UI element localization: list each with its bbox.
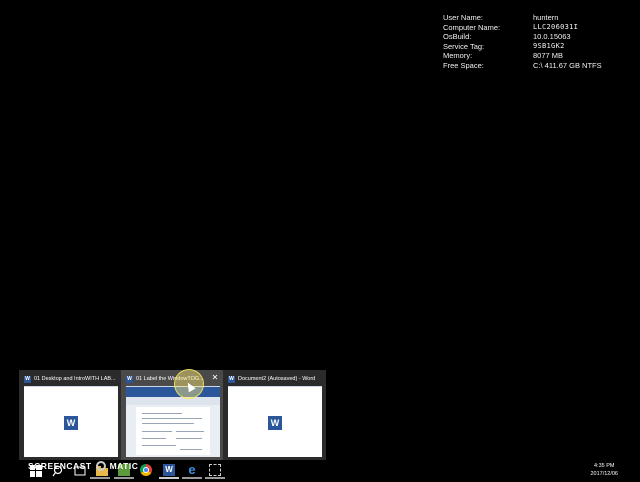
text-line bbox=[142, 445, 176, 446]
screencast-o-matic-logo: SCREENCAST MATIC bbox=[28, 461, 138, 471]
thumbnail-preview[interactable] bbox=[126, 386, 220, 457]
bginfo-label: OsBuild: bbox=[443, 32, 472, 42]
word-icon[interactable]: W bbox=[163, 464, 175, 476]
bginfo-panel: User Name: huntern Computer Name: LLC206… bbox=[443, 13, 602, 71]
word-icon: W bbox=[268, 416, 282, 430]
watermark-brand-right: MATIC bbox=[109, 461, 139, 471]
thumbnail-preview[interactable]: W bbox=[228, 386, 322, 457]
ribbon bbox=[126, 387, 220, 397]
logo-ring-icon bbox=[95, 461, 106, 471]
bginfo-label: Service Tag: bbox=[443, 41, 485, 51]
word-icon: W bbox=[228, 375, 235, 383]
watermark-brand-left: SCREENCAST bbox=[28, 461, 92, 471]
document-page bbox=[136, 407, 210, 455]
window-thumbnail[interactable]: W 01 Label the WindowTOG... ✕ bbox=[121, 370, 223, 461]
bginfo-row: User Name: huntern bbox=[443, 13, 602, 23]
thumbnail-title-bar: W 01 Desktop and IntroWITH LAB... bbox=[24, 374, 116, 384]
running-indicator bbox=[114, 477, 134, 479]
thumbnail-title: 01 Desktop and IntroWITH LAB... bbox=[34, 376, 116, 382]
word-icon: W bbox=[24, 375, 31, 383]
system-clock[interactable]: 4:35 PM 2017/12/06 bbox=[590, 462, 618, 478]
window-thumbnail[interactable]: W 01 Desktop and IntroWITH LAB... W bbox=[19, 370, 121, 461]
bginfo-value: 8077 MB bbox=[533, 51, 564, 61]
snipping-icon[interactable] bbox=[209, 464, 221, 476]
text-line bbox=[176, 438, 202, 439]
bginfo-label: Memory: bbox=[443, 51, 473, 61]
bginfo-value: huntern bbox=[533, 13, 559, 22]
edge-icon[interactable]: e bbox=[186, 463, 198, 476]
running-indicator bbox=[90, 477, 110, 479]
running-indicator bbox=[182, 477, 202, 479]
text-line bbox=[180, 449, 202, 450]
thumbnail-title: Document2 (Autosaved) - Word bbox=[238, 376, 316, 382]
chrome-icon[interactable] bbox=[140, 464, 152, 476]
text-line bbox=[142, 413, 182, 414]
bginfo-row: Computer Name: LLC206031I bbox=[443, 23, 602, 33]
running-indicator bbox=[159, 477, 179, 479]
text-line bbox=[176, 431, 204, 432]
word-icon: W bbox=[64, 416, 78, 430]
word-icon: W bbox=[126, 375, 133, 383]
clock-date: 2017/12/06 bbox=[590, 471, 618, 477]
clock-time: 4:35 PM bbox=[593, 463, 615, 469]
bginfo-label: User Name: bbox=[443, 13, 484, 22]
toolbar-strip bbox=[126, 397, 220, 405]
taskbar-thumbnail-popup: W 01 Desktop and IntroWITH LAB... W W 01… bbox=[19, 370, 326, 461]
text-line bbox=[142, 438, 166, 439]
text-line bbox=[142, 418, 202, 419]
bginfo-value: C:\ 411.67 GB NTFS bbox=[533, 60, 602, 70]
bginfo-label: Free Space: bbox=[443, 60, 484, 70]
bginfo-row: Free Space: C:\ 411.67 GB NTFS bbox=[443, 61, 602, 71]
thumbnail-title-bar: W Document2 (Autosaved) - Word bbox=[228, 374, 320, 384]
text-line bbox=[142, 423, 194, 424]
close-icon[interactable]: ✕ bbox=[210, 373, 220, 383]
running-indicator bbox=[205, 477, 225, 479]
bginfo-value: LLC206031I bbox=[533, 22, 579, 31]
bginfo-row: Memory: 8077 MB bbox=[443, 51, 602, 61]
text-line bbox=[142, 431, 172, 432]
thumbnail-preview[interactable]: W bbox=[24, 386, 118, 457]
window-thumbnail[interactable]: W Document2 (Autosaved) - Word W bbox=[223, 370, 325, 461]
bginfo-value: 9SB1GK2 bbox=[533, 41, 565, 50]
bginfo-label: Computer Name: bbox=[443, 22, 501, 32]
watermark-caption: RECORDED WITH bbox=[29, 452, 76, 458]
bginfo-value: 10.0.15063 bbox=[533, 32, 571, 42]
bginfo-row: Service Tag: 9SB1GK2 bbox=[443, 42, 602, 52]
bginfo-row: OsBuild: 10.0.15063 bbox=[443, 32, 602, 42]
